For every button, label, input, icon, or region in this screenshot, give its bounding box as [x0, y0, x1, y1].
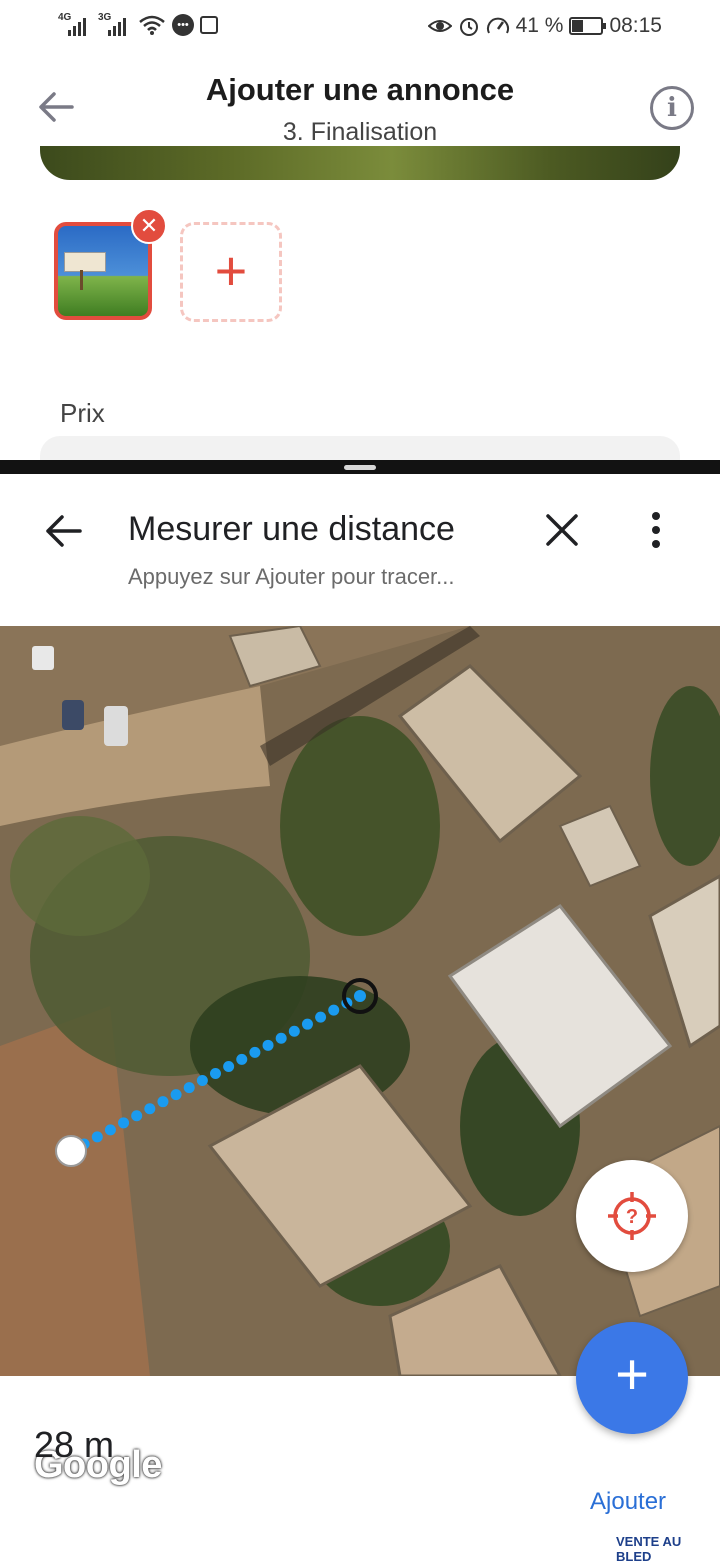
- measure-line-dot: [262, 1039, 274, 1051]
- measure-distance-screen: Mesurer une distance Appuyez sur Ajouter…: [0, 474, 720, 1564]
- location-target-icon: ?: [608, 1192, 656, 1240]
- remove-photo-button[interactable]: ✕: [131, 208, 167, 244]
- measure-line-dot: [183, 1082, 195, 1094]
- price-input[interactable]: [40, 436, 680, 460]
- add-point-fab[interactable]: +: [576, 1322, 688, 1434]
- signal-icon: 4G: [58, 12, 92, 38]
- thumbnail-post: [80, 270, 83, 290]
- measure-line-dot: [210, 1068, 221, 1079]
- close-icon[interactable]: [542, 510, 582, 550]
- add-photo-button[interactable]: +: [180, 222, 282, 322]
- back-arrow-icon[interactable]: [40, 508, 86, 554]
- more-vert-icon[interactable]: [640, 510, 672, 550]
- measure-subtitle: Appuyez sur Ajouter pour tracer...: [128, 564, 455, 589]
- measure-line-dot: [144, 1103, 156, 1115]
- divider-handle[interactable]: [344, 465, 376, 470]
- eye-icon: [427, 20, 452, 32]
- measure-line-dot: [118, 1117, 130, 1129]
- thumbnail-sign: [64, 252, 106, 272]
- measure-title: Mesurer une distance: [128, 510, 455, 548]
- measure-line-dot: [157, 1096, 169, 1108]
- notification-icon: [200, 16, 218, 34]
- measure-line-dot: [170, 1089, 182, 1101]
- messenger-icon: •••: [172, 14, 194, 36]
- measure-line-dot: [196, 1075, 208, 1087]
- measure-line-dot: [236, 1053, 248, 1065]
- battery-icon: [569, 17, 607, 35]
- step-subtitle: 3. Finalisation: [282, 118, 438, 146]
- status-bar: 4G 3G ••• 41 % 08:15: [0, 0, 720, 56]
- distance-readout: 28 m: [34, 1424, 115, 1465]
- measure-line-dot: [223, 1060, 235, 1072]
- measure-line-dot: [91, 1131, 103, 1143]
- wifi-icon: [139, 15, 165, 35]
- page-title: Ajouter une annonce: [205, 72, 515, 107]
- measure-line-dot: [131, 1110, 143, 1122]
- measure-line-dot: [288, 1025, 300, 1037]
- svg-text:?: ?: [626, 1206, 638, 1228]
- info-icon[interactable]: i: [650, 86, 694, 130]
- cover-image: [40, 146, 680, 180]
- measure-line-dot: [275, 1032, 287, 1044]
- signal-icon-2: 3G: [98, 12, 132, 38]
- add-button[interactable]: Ajouter: [590, 1488, 666, 1516]
- measure-line-dot: [301, 1018, 313, 1030]
- speed-icon: [486, 17, 509, 34]
- my-location-button[interactable]: ?: [576, 1160, 688, 1272]
- measure-line-dot: [315, 1011, 327, 1023]
- clock: 08:15: [609, 14, 662, 37]
- measure-line-dot: [249, 1046, 261, 1058]
- add-listing-screen: Ajouter une annonce 3. Finalisation i ✕ …: [0, 56, 720, 460]
- battery-percent: 41 %: [515, 14, 564, 37]
- measure-line-dot: [328, 1004, 340, 1016]
- measure-line-dot: [104, 1124, 116, 1136]
- measure-start-point[interactable]: [55, 1135, 87, 1167]
- measure-end-dot: [354, 990, 366, 1002]
- split-screen-divider[interactable]: [0, 460, 720, 474]
- price-label: Prix: [60, 398, 105, 428]
- alarm-icon: [459, 18, 478, 36]
